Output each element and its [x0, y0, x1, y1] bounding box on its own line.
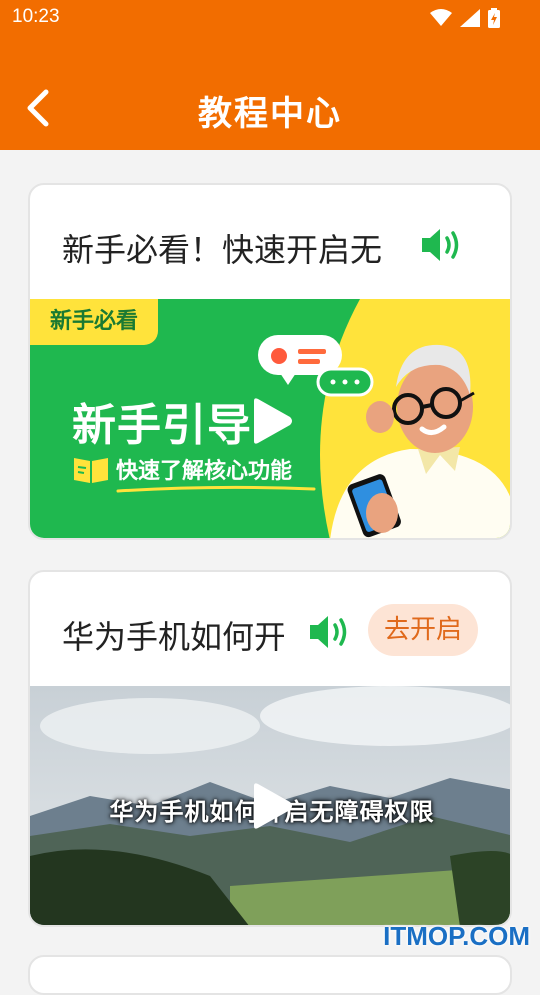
- speaker-icon[interactable]: [308, 612, 354, 652]
- tutorial-card-beginner[interactable]: 新手必看！快速开启无 新手必看 新手引导 快速了解核心功能: [28, 183, 512, 540]
- speaker-icon[interactable]: [420, 225, 466, 265]
- enable-button[interactable]: 去开启: [368, 604, 478, 656]
- status-time: 10:23: [12, 6, 60, 27]
- status-bar: 10:23: [0, 0, 540, 34]
- play-icon[interactable]: [250, 782, 294, 830]
- beginner-tag: 新手必看: [30, 299, 158, 345]
- tutorial-card-huawei[interactable]: 华为手机如何开 去开启 华为手机如何开启无障碍权限: [28, 570, 512, 927]
- beginner-guide-banner[interactable]: 新手必看 新手引导 快速了解核心功能: [30, 299, 510, 538]
- play-icon[interactable]: [250, 397, 294, 445]
- banner-heading: 新手引导: [72, 400, 252, 451]
- book-icon: [74, 458, 108, 483]
- status-icons: [430, 8, 500, 28]
- subtitle-underline: [116, 485, 316, 493]
- card-title: 新手必看！快速开启无: [62, 231, 383, 269]
- battery-icon: [488, 8, 500, 28]
- signal-icon: [460, 9, 480, 27]
- app-header: 教程中心: [0, 34, 540, 150]
- watermark: ITMOP.COM: [383, 921, 530, 951]
- tutorial-card-next[interactable]: [28, 955, 512, 995]
- banner-subtitle: 快速了解核心功能: [116, 459, 293, 484]
- wifi-icon: [430, 9, 452, 26]
- page-title: 教程中心: [198, 94, 342, 134]
- video-thumbnail[interactable]: 华为手机如何开启无障碍权限: [30, 686, 510, 925]
- card-title: 华为手机如何开: [62, 618, 284, 656]
